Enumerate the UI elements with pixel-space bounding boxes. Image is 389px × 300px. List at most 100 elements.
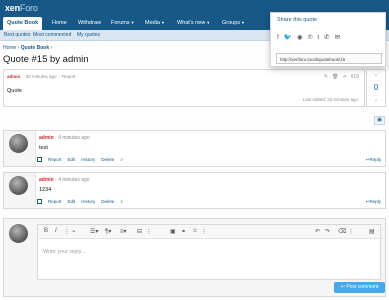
chevron-down-icon: ▼ [130, 20, 135, 25]
report-link[interactable]: Report [48, 199, 62, 204]
tab-media[interactable]: Media▼ [141, 17, 169, 30]
tab-label: Groups [222, 20, 241, 26]
comment-meta: admin · 4 minutes ago [39, 135, 90, 141]
delete-link[interactable]: Delete [101, 157, 114, 162]
share-popup-title: Share this quote [277, 17, 318, 23]
subnav-best-quotes[interactable]: Best quotes [4, 32, 30, 38]
post-comment-button[interactable]: ↩ Post comment [334, 282, 385, 293]
italic-icon[interactable]: I [55, 228, 57, 234]
tab-label: What's new [177, 20, 206, 26]
list-icon[interactable]: ☰▾ [90, 228, 98, 235]
paragraph-icon[interactable]: ¶▾ [105, 228, 111, 235]
more-text-options-icon[interactable]: ⋮ [64, 228, 70, 235]
tab-groups[interactable]: Groups▼ [218, 17, 249, 30]
share-icon[interactable]: ⋖ [342, 74, 346, 80]
vote-up-icon[interactable]: ▲ [367, 72, 385, 77]
select-checkbox[interactable] [37, 157, 42, 163]
comment-meta: admin · 4 minutes ago [39, 177, 90, 183]
editor-placeholder: Write your reply... [43, 249, 86, 255]
tab-quote-book[interactable]: Quote Book [3, 17, 43, 30]
facebook-icon[interactable]: f [277, 34, 279, 41]
link-icon[interactable]: ⚭ [181, 228, 186, 235]
history-link[interactable]: History [81, 199, 95, 204]
edit-link[interactable]: Edit [68, 157, 76, 162]
align-icon[interactable]: ≡▾ [120, 228, 127, 235]
reply-editor[interactable]: B I ⋮ ⌁ ☰▾ ¶▾ ≡▾ ⊟ ⋮ ▣ ⚭ ☺ ⋮ ↶ ↷ ⌫ ⋮ ▤ W… [37, 224, 381, 280]
avatar[interactable] [9, 176, 28, 195]
chevron-down-icon: ▼ [206, 20, 211, 25]
comment-time[interactable]: 4 minutes ago [58, 135, 89, 141]
reply-button[interactable]: ↩Reply [366, 157, 381, 163]
comment-text: test [39, 145, 48, 151]
subnav-my-quotes[interactable]: My quotes [77, 32, 100, 38]
image-icon[interactable]: ▣ [170, 228, 176, 235]
delete-link[interactable]: Delete [101, 199, 114, 204]
tab-home[interactable]: Home [48, 17, 71, 30]
whatsapp-icon[interactable]: ✆ [324, 34, 329, 41]
share-url-field[interactable]: http://xenforo.local/quotebook/15 [276, 53, 382, 64]
breadcrumb: Home › Quote Book › [3, 45, 52, 51]
report-link[interactable]: Report [48, 157, 62, 162]
comment-time[interactable]: 4 minutes ago [58, 177, 89, 183]
redo-icon[interactable]: ↷ [325, 228, 330, 235]
insert-icon[interactable]: ⋮ [201, 228, 207, 235]
ip-icon[interactable]: ⌕ [120, 199, 123, 204]
site-logo[interactable]: xenForo [5, 3, 38, 13]
reply-icon: ↩ [340, 284, 345, 290]
bold-icon[interactable]: B [44, 228, 48, 234]
email-icon[interactable]: ✉ [335, 34, 340, 41]
reddit-icon[interactable]: ◉ [297, 34, 303, 41]
reply-button[interactable]: ↩Reply [366, 199, 381, 205]
quote-number[interactable]: #15 [351, 74, 359, 80]
reply-label: Reply [369, 199, 381, 204]
logo-rest-text: Foro [19, 3, 38, 13]
history-link[interactable]: History [81, 157, 95, 162]
comment-author[interactable]: admin [39, 135, 54, 141]
comment-author[interactable]: admin [39, 177, 54, 183]
edit-icon[interactable]: ✎ [324, 74, 328, 80]
editor-toolbar: B I ⋮ ⌁ ☰▾ ¶▾ ≡▾ ⊟ ⋮ ▣ ⚭ ☺ ⋮ ↶ ↷ ⌫ ⋮ ▤ [38, 225, 380, 239]
select-checkbox[interactable] [37, 199, 42, 205]
toggle-all-icon[interactable]: ▣ [374, 116, 385, 125]
page-title: Quote #15 by admin [3, 54, 89, 65]
avatar[interactable] [9, 224, 28, 243]
more-options-icon[interactable]: ⋮ [146, 228, 152, 235]
comment-text: 1234 [39, 187, 52, 193]
emoji-icon[interactable]: ☺ [192, 228, 198, 234]
post-comment-label: Post comment [346, 284, 379, 290]
strike-icon[interactable]: ⊟ [137, 228, 142, 235]
comment-actions: Report Edit History Delete ⌕ [37, 199, 129, 205]
comment-item: admin · 4 minutes ago test Report Edit His… [3, 130, 386, 167]
tab-whats-new[interactable]: What's new▼ [173, 17, 214, 30]
twitter-icon[interactable]: 🐦 [284, 34, 292, 41]
tumblr-icon[interactable]: t [317, 34, 319, 41]
vote-down-icon[interactable]: ▼ [367, 98, 385, 103]
paint-icon[interactable]: ⌁ [72, 228, 76, 235]
trash-icon[interactable]: 🗑 [332, 74, 338, 80]
undo-icon[interactable]: ↶ [315, 228, 320, 235]
quote-last-edited: Last edited: 32 minutes ago [302, 97, 358, 102]
breadcrumb-quote-book[interactable]: Quote Book [21, 45, 49, 51]
reply-editor-block: B I ⋮ ⌁ ☰▾ ¶▾ ≡▾ ⊟ ⋮ ▣ ⚭ ☺ ⋮ ↶ ↷ ⌫ ⋮ ▤ W… [3, 218, 386, 297]
quote-author[interactable]: admin [7, 74, 20, 79]
reply-label: Reply [369, 157, 381, 162]
quote-time[interactable]: 32 minutes ago [26, 74, 57, 79]
breadcrumb-home[interactable]: Home [3, 45, 16, 51]
share-popup: Share this quote f 🐦 ◉ ℗ t ✆ ✉ http://xenforo.… [270, 12, 386, 67]
quote-text: Quote [7, 88, 22, 94]
tab-label: Media [145, 20, 160, 26]
ip-icon[interactable]: ⌕ [120, 157, 123, 162]
preview-icon[interactable]: ▤ [369, 228, 375, 235]
tab-withdraw[interactable]: Withdraw [74, 17, 105, 30]
vote-panel: ▲ 0 ▼ [366, 69, 386, 107]
subnav-most-commented[interactable]: Most commented [33, 32, 71, 38]
avatar-column [4, 173, 36, 208]
quote-report-link[interactable]: Report [62, 74, 76, 79]
tab-forums[interactable]: Forums▼ [107, 17, 139, 30]
avatar[interactable] [9, 134, 28, 153]
remove-format-icon[interactable]: ⌫ [338, 228, 346, 235]
more-options-icon[interactable]: ⋮ [348, 228, 354, 235]
edit-link[interactable]: Edit [68, 199, 76, 204]
chevron-down-icon: ▼ [160, 20, 165, 25]
pinterest-icon[interactable]: ℗ [308, 34, 313, 41]
